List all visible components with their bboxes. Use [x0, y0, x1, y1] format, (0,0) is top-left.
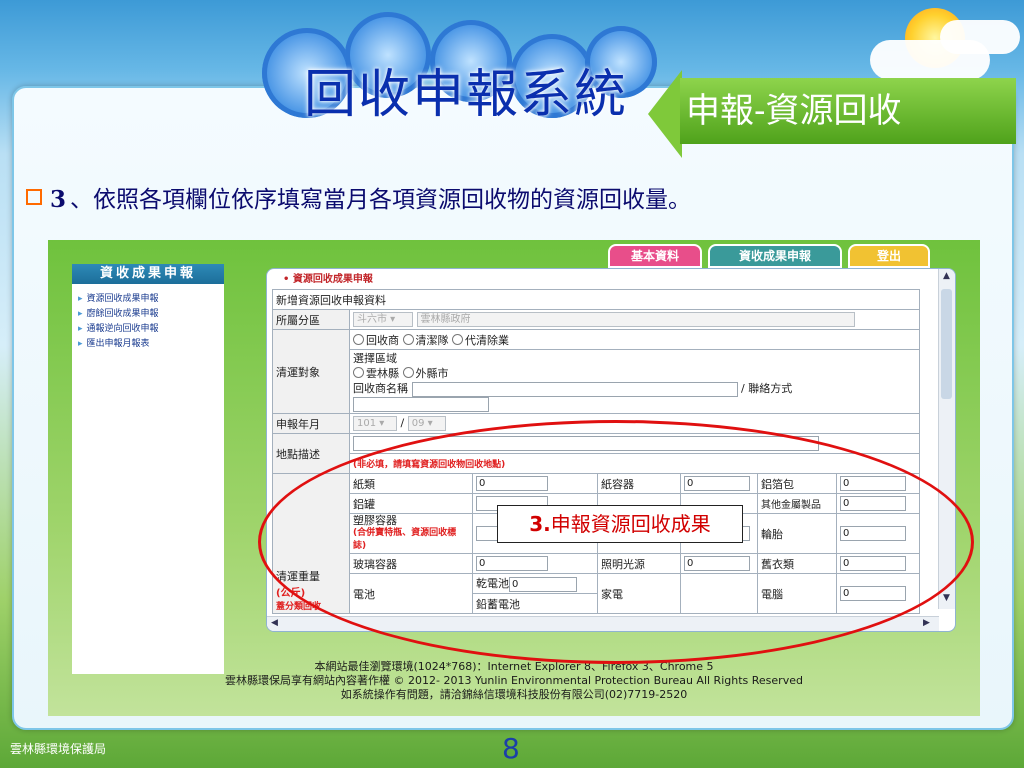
radio-contractor-label: 代清除業 — [465, 333, 509, 347]
agency-value: 雲林縣政府 — [420, 314, 471, 325]
radio-cleaning-team[interactable] — [402, 333, 414, 345]
radio-other-county-label: 外縣市 — [415, 367, 449, 380]
year-select[interactable]: 101 ▾ — [353, 416, 397, 431]
form-title: 新增資源回收申報資料 — [272, 289, 920, 310]
cloud-decoration — [940, 20, 1020, 54]
month-value: 09 — [411, 418, 425, 429]
sidebar-title: 資收成果申報 — [72, 264, 224, 284]
radio-yunlin-label: 雲林縣 — [366, 367, 399, 380]
area-label: 所屬分區 — [272, 309, 350, 330]
bullet-point: 3 、依照各項欄位依序填寫當月各項資源回收物的資源回收量。 — [26, 180, 691, 214]
sidebar-item-kitchen-waste[interactable]: 廚餘回收成果申報 — [78, 307, 224, 322]
slide-title: 回收申報系統 — [304, 65, 629, 125]
app-sidebar: 資收成果申報 資源回收成果申報 廚餘回收成果申報 通報逆向回收申報 匯出申報月報… — [72, 264, 224, 674]
sidebar-item-export-report[interactable]: 匯出申報月報表 — [78, 337, 224, 352]
callout-text: 申報資源回收成果 — [550, 512, 711, 536]
form-section-title-text: 資源回收成果申報 — [292, 274, 373, 285]
radio-contractor[interactable] — [452, 333, 463, 345]
tab-basic-info[interactable]: 基本資料 — [608, 244, 702, 268]
select-region-label: 選擇區域 — [353, 352, 397, 365]
scroll-right-icon[interactable]: ▶ — [923, 618, 930, 628]
vertical-scroll-thumb[interactable] — [941, 289, 952, 399]
year-month-label: 申報年月 — [272, 413, 350, 434]
step-callout: 3.申報資源回收成果 — [497, 505, 743, 543]
arrow-icon — [648, 70, 682, 158]
scroll-left-icon[interactable]: ◀ — [271, 618, 278, 628]
bullet-square-icon — [26, 189, 42, 205]
vendor-extra-input[interactable] — [353, 397, 489, 412]
radio-recycler[interactable] — [353, 333, 364, 345]
form-section-title: • 資源回收成果申報 — [283, 274, 373, 285]
sidebar-item-recycling[interactable]: 資源回收成果申報 — [78, 292, 224, 307]
district-value: 斗六市 — [357, 314, 387, 325]
contact-label: / 聯絡方式 — [741, 382, 793, 395]
tab-logout[interactable]: 登出 — [848, 244, 930, 268]
slide-subtitle: 申報-資源回收 — [680, 78, 1016, 144]
footer-line-browser: 本網站最佳瀏覽環境(1024*768)：Internet Explorer 8、… — [314, 660, 714, 673]
footer-line-copyright: 雲林縣環保局享有網站內容著作權 © 2012- 2013 Yunlin Envi… — [225, 674, 803, 687]
callout-number: 3. — [529, 512, 551, 536]
district-select[interactable]: 斗六市 ▾ — [353, 312, 413, 327]
tab-recycling-report[interactable]: 資收成果申報 — [708, 244, 842, 268]
sidebar-item-reverse-recycling[interactable]: 通報逆向回收申報 — [78, 322, 224, 337]
month-select[interactable]: 09 ▾ — [407, 416, 446, 431]
target-label: 清運對象 — [272, 329, 350, 414]
radio-yunlin[interactable] — [353, 367, 364, 378]
agency-select[interactable]: 雲林縣政府 — [416, 312, 855, 327]
app-footer: 本網站最佳瀏覽環境(1024*768)：Internet Explorer 8、… — [48, 660, 980, 702]
scroll-up-icon[interactable]: ▲ — [943, 271, 950, 281]
scroll-down-icon[interactable]: ▼ — [943, 593, 950, 603]
bullet-text: 、依照各項欄位依序填寫當月各項資源回收物的資源回收量。 — [70, 187, 692, 213]
footer-line-contact: 如系統操作有問題，請洽錦絲信環境科技股份有限公司(02)7719-2520 — [340, 688, 688, 701]
radio-cleaning-team-label: 清潔隊 — [415, 333, 449, 347]
radio-other-county[interactable] — [402, 367, 414, 378]
page-number: 8 — [502, 732, 520, 765]
vendor-label: 回收商名稱 — [353, 382, 408, 395]
vendor-name-input[interactable] — [411, 381, 738, 397]
radio-recycler-label: 回收商 — [366, 333, 399, 347]
organization-name: 雲林縣環境保護局 — [10, 742, 107, 756]
bullet-number: 3 — [50, 186, 67, 213]
year-value: 101 — [357, 418, 377, 429]
